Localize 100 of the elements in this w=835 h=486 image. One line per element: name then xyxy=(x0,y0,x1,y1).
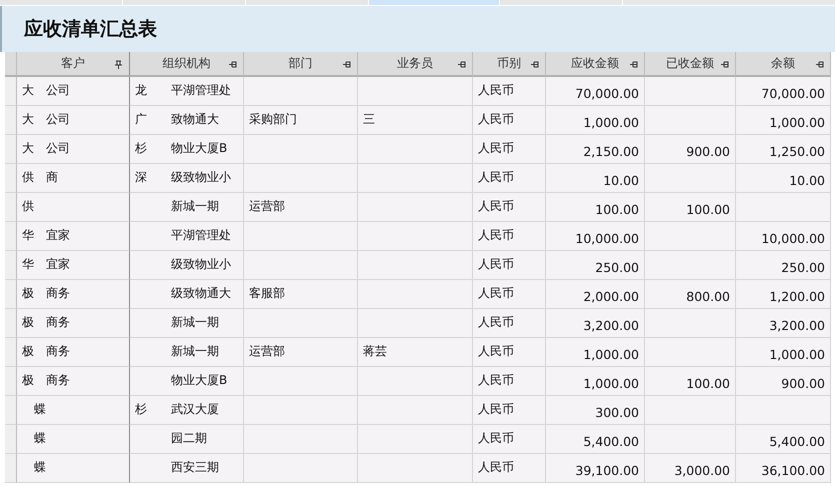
pin-icon[interactable] xyxy=(815,60,824,69)
table-cell: 级致物业小 xyxy=(130,251,244,280)
pin-icon[interactable] xyxy=(457,60,466,69)
table-cell: 250.00 xyxy=(546,251,645,280)
table-cell: 1,250.00 xyxy=(736,135,831,164)
table-cell: 3,200.00 xyxy=(546,309,645,338)
table-cell: 杉 武汉大厦 xyxy=(130,396,244,425)
pin-icon[interactable] xyxy=(720,60,729,69)
table-cell: 250.00 xyxy=(736,251,831,280)
row-marker xyxy=(5,367,17,396)
table-cell: 5,400.00 xyxy=(736,425,831,454)
table-cell: 人民币 xyxy=(473,106,546,135)
pin-icon[interactable] xyxy=(629,60,638,69)
column-header[interactable]: 组织机构 xyxy=(130,52,244,77)
report-title: 应收清单汇总表 xyxy=(24,17,157,42)
table-cell: 1,200.00 xyxy=(736,280,831,309)
table-cell: 园二期 xyxy=(130,425,244,454)
table-cell: 800.00 xyxy=(645,280,736,309)
table-cell: 物业大厦B xyxy=(130,367,244,396)
column-header[interactable]: 已收金额 xyxy=(645,52,736,77)
table-cell: 大 公司 xyxy=(17,135,130,164)
table-cell: 10.00 xyxy=(546,164,645,193)
row-marker xyxy=(5,135,17,164)
column-header[interactable]: 余额 xyxy=(736,52,831,77)
table-cell: 2,150.00 xyxy=(546,135,645,164)
table-cell: 人民币 xyxy=(473,309,546,338)
table-cell: 10.00 xyxy=(736,164,831,193)
table-cell: 新城一期 xyxy=(130,309,244,338)
row-marker xyxy=(5,106,17,135)
table-cell: 1,000.00 xyxy=(546,106,645,135)
table-cell: 100.00 xyxy=(645,193,736,222)
row-marker xyxy=(5,454,17,483)
table-cell: 人民币 xyxy=(473,222,546,251)
table-cell: 供 商 xyxy=(17,164,130,193)
table-cell: 人民币 xyxy=(473,454,546,483)
table-cell: 深 级致物业小 xyxy=(130,164,244,193)
table-cell: 2,000.00 xyxy=(546,280,645,309)
table-cell: 西安三期 xyxy=(130,454,244,483)
column-header[interactable]: 客户 xyxy=(17,52,130,77)
table-cell: 10,000.00 xyxy=(546,222,645,251)
row-marker xyxy=(5,396,17,425)
table-cell: 运营部 xyxy=(244,193,358,222)
table-cell: 900.00 xyxy=(736,367,831,396)
table-cell: 人民币 xyxy=(473,193,546,222)
table-cell: 3,200.00 xyxy=(736,309,831,338)
table-cell: 100.00 xyxy=(546,193,645,222)
table-cell: 极 商务 xyxy=(17,280,130,309)
row-marker-header xyxy=(5,52,17,77)
table-cell: 蝶 xyxy=(17,454,130,483)
pin-icon[interactable] xyxy=(342,60,351,69)
table-cell: 36,100.00 xyxy=(736,454,831,483)
table-cell: 人民币 xyxy=(473,280,546,309)
table-cell: 极 商务 xyxy=(17,367,130,396)
table-cell: 39,100.00 xyxy=(546,454,645,483)
pin-icon[interactable] xyxy=(228,60,237,69)
row-marker xyxy=(5,309,17,338)
row-marker xyxy=(5,222,17,251)
table-cell: 人民币 xyxy=(473,396,546,425)
table-cell: 900.00 xyxy=(645,135,736,164)
table-cell: 平湖管理处 xyxy=(130,222,244,251)
table-cell: 70,000.00 xyxy=(546,77,645,106)
table-cell: 三 xyxy=(358,106,473,135)
table-cell: 70,000.00 xyxy=(736,77,831,106)
table-cell: 龙 平湖管理处 xyxy=(130,77,244,106)
column-header[interactable]: 应收金额 xyxy=(546,52,645,77)
table-cell: 1,000.00 xyxy=(736,338,831,367)
row-marker xyxy=(5,193,17,222)
table-cell: 蝶 xyxy=(17,425,130,454)
table-cell: 极 商务 xyxy=(17,338,130,367)
table-cell: 客服部 xyxy=(244,280,358,309)
table-cell: 人民币 xyxy=(473,367,546,396)
table-cell: 1,000.00 xyxy=(546,367,645,396)
table-cell: 级致物通大 xyxy=(130,280,244,309)
column-header[interactable]: 部门 xyxy=(244,52,358,77)
table-cell: 人民币 xyxy=(473,164,546,193)
row-marker xyxy=(5,251,17,280)
table-cell: 新城一期 xyxy=(130,193,244,222)
table-cell: 5,400.00 xyxy=(546,425,645,454)
table-cell: 蒋芸 xyxy=(358,338,473,367)
table-cell: 华 宜家 xyxy=(17,251,130,280)
table-cell: 蝶 xyxy=(17,396,130,425)
table-cell: 极 商务 xyxy=(17,309,130,338)
table-cell: 运营部 xyxy=(244,338,358,367)
pin-icon[interactable] xyxy=(114,60,123,69)
table-cell: 广 致物通大 xyxy=(130,106,244,135)
row-marker xyxy=(5,338,17,367)
table-cell: 人民币 xyxy=(473,425,546,454)
row-marker xyxy=(5,77,17,106)
column-header[interactable]: 业务员 xyxy=(358,52,473,77)
table-cell: 3,000.00 xyxy=(645,454,736,483)
table-cell: 300.00 xyxy=(546,396,645,425)
table-cell: 供 xyxy=(17,193,130,222)
column-header[interactable]: 币别 xyxy=(473,52,546,77)
table-cell: 1,000.00 xyxy=(736,106,831,135)
table-cell: 100.00 xyxy=(645,367,736,396)
table-cell: 大 公司 xyxy=(17,106,130,135)
row-marker xyxy=(5,425,17,454)
table-cell: 采购部门 xyxy=(244,106,358,135)
pin-icon[interactable] xyxy=(530,60,539,69)
table-cell: 1,000.00 xyxy=(546,338,645,367)
